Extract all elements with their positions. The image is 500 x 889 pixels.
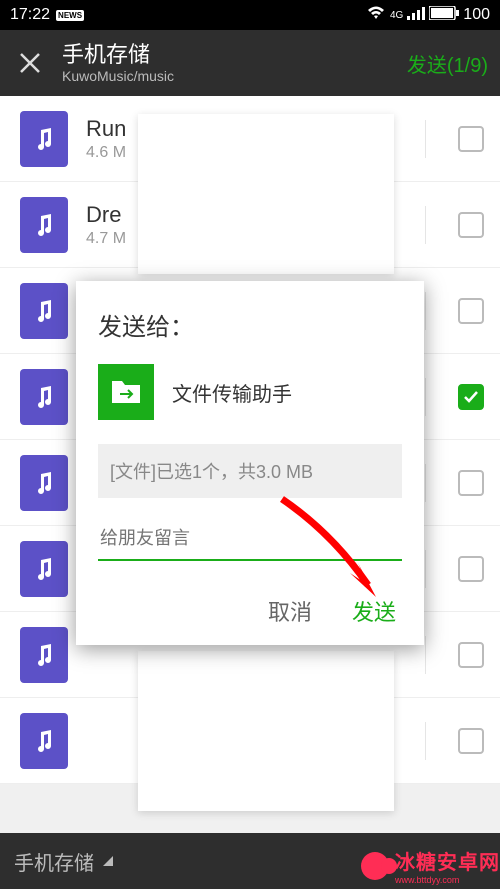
file-checkbox[interactable] (458, 298, 484, 324)
close-button[interactable] (12, 45, 48, 81)
file-checkbox[interactable] (458, 728, 484, 754)
music-file-icon (20, 455, 68, 511)
watermark-text: 冰糖安卓网 (395, 846, 500, 875)
divider (425, 378, 426, 416)
signal-icon (407, 6, 425, 25)
divider (425, 550, 426, 588)
divider (425, 464, 426, 502)
battery-icon (429, 6, 459, 25)
cancel-button[interactable]: 取消 (268, 595, 312, 627)
wifi-icon (366, 5, 386, 26)
file-checkbox[interactable] (458, 470, 484, 496)
check-icon (463, 389, 479, 405)
music-file-icon (20, 541, 68, 597)
close-icon (19, 52, 41, 74)
divider (425, 292, 426, 330)
status-bar: 17:22 NEWS 4G 100 (0, 0, 500, 30)
watermark-logo-icon (361, 852, 389, 880)
redaction-box (138, 114, 394, 274)
send-dialog: 发送给： 文件传输助手 [文件]已选1个，共3.0 MB 取消 发送 (76, 281, 424, 645)
dialog-title: 发送给： (98, 307, 402, 342)
page-title: 手机存储 (62, 42, 407, 68)
breadcrumb: KuwoMusic/music (62, 68, 407, 84)
dropdown-icon (102, 850, 114, 873)
network-label: 4G (390, 10, 403, 21)
file-checkbox[interactable] (458, 126, 484, 152)
divider (425, 636, 426, 674)
file-checkbox[interactable] (458, 384, 484, 410)
music-file-icon (20, 197, 68, 253)
music-file-icon (20, 627, 68, 683)
music-file-icon (20, 111, 68, 167)
music-file-icon (20, 283, 68, 339)
battery-pct: 100 (463, 6, 490, 24)
bottom-path-label: 手机存储 (14, 847, 94, 876)
watermark-url: www.bttdyy.com (395, 875, 500, 885)
redaction-box (138, 651, 394, 811)
music-file-icon (20, 713, 68, 769)
file-transfer-icon (98, 364, 154, 420)
send-count-button[interactable]: 发送(1/9) (407, 49, 488, 78)
news-icon: NEWS (56, 10, 84, 21)
watermark: 冰糖安卓网 www.bttdyy.com (361, 846, 500, 885)
divider (425, 206, 426, 244)
app-header: 手机存储 KuwoMusic/music 发送(1/9) (0, 30, 500, 96)
clock: 17:22 (10, 6, 50, 24)
recipient-name: 文件传输助手 (172, 378, 292, 407)
message-input[interactable] (98, 520, 402, 561)
send-button[interactable]: 发送 (352, 595, 396, 627)
file-checkbox[interactable] (458, 642, 484, 668)
recipient-row[interactable]: 文件传输助手 (98, 364, 402, 420)
divider (425, 120, 426, 158)
music-file-icon (20, 369, 68, 425)
file-checkbox[interactable] (458, 212, 484, 238)
file-checkbox[interactable] (458, 556, 484, 582)
divider (425, 722, 426, 760)
file-summary: [文件]已选1个，共3.0 MB (98, 444, 402, 498)
